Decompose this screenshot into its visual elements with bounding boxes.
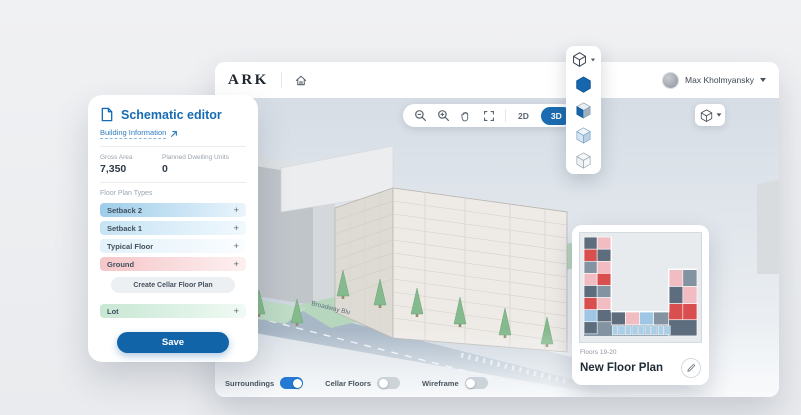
add-icon[interactable]: + <box>233 259 239 270</box>
display-toggles: Surroundings Cellar Floors Wireframe <box>225 377 488 389</box>
schematic-editor-panel: Schematic editor Building Information Gr… <box>88 95 258 362</box>
wireframe-label: Wireframe <box>422 378 459 388</box>
stat-value: 7,350 <box>100 163 127 175</box>
massing-light-fill-button[interactable] <box>573 124 594 145</box>
massing-outline-button[interactable] <box>573 149 594 170</box>
floorplan-card[interactable]: Floors 19-20 New Floor Plan <box>572 225 709 385</box>
floorplan-title: New Floor Plan <box>580 362 664 374</box>
create-cellar-floor-plan-button[interactable]: Create Cellar Floor Plan <box>111 277 235 293</box>
floor-type-row-setback-2[interactable]: Setback 2 + <box>100 203 246 217</box>
stat-label: Planned Dwelling Units <box>162 154 229 161</box>
mode-2d-button[interactable]: 2D <box>515 111 532 121</box>
massing-mode-dropdown[interactable] <box>571 51 596 68</box>
caret-down-icon <box>590 58 596 61</box>
zoom-in-icon <box>437 110 449 122</box>
cellar-floors-label: Cellar Floors <box>325 378 372 388</box>
stat-label: Gross Area <box>100 154 133 161</box>
floor-type-row-ground[interactable]: Ground + <box>100 257 246 271</box>
caret-down-icon <box>760 78 766 82</box>
toggle-wireframe: Wireframe <box>422 377 488 389</box>
user-menu[interactable]: Max Kholmyansky <box>662 71 766 89</box>
toggle-surroundings: Surroundings <box>225 377 304 389</box>
massing-front-fill-button[interactable] <box>573 99 594 120</box>
home-button[interactable] <box>294 73 308 87</box>
divider <box>100 182 246 183</box>
cube-front-filled-icon <box>576 102 591 119</box>
cube-outline-icon <box>576 152 591 169</box>
save-button[interactable]: Save <box>117 332 229 353</box>
row-label: Setback 1 <box>107 223 143 233</box>
wireframe-cube-icon <box>573 52 586 67</box>
pan-button[interactable] <box>459 109 473 123</box>
caret-down-icon <box>716 113 721 117</box>
3d-viewport[interactable]: Broadway Blv 2D 3D Surroundings Cellar F… <box>215 98 779 397</box>
cellar-floors-switch[interactable] <box>377 377 401 389</box>
cube-solid-icon <box>576 76 591 93</box>
fit-screen-icon <box>483 110 495 121</box>
edit-floorplan-button[interactable] <box>681 358 701 378</box>
floor-type-row-typical-floor[interactable]: Typical Floor + <box>100 239 246 253</box>
zoom-out-button[interactable] <box>413 109 427 123</box>
panel-title: Schematic editor <box>121 107 222 122</box>
document-icon <box>101 107 113 122</box>
view-toolbar: 2D 3D <box>403 104 575 127</box>
toggle-cellar-floors: Cellar Floors <box>325 377 401 389</box>
stat-gross-area: Gross Area 7,350 <box>100 154 152 175</box>
row-label: Ground <box>107 259 135 269</box>
floors-range-label: Floors 19-20 <box>580 349 617 356</box>
floorplan-card-footer: Floors 19-20 New Floor Plan <box>578 344 703 378</box>
home-icon <box>295 75 307 85</box>
floorplan-thumbnail <box>579 232 702 343</box>
user-avatar <box>662 71 680 89</box>
page: ARK Max Kholmyansky Broadway Blv 2D 3D S… <box>0 0 801 415</box>
massing-toolbar <box>566 46 601 174</box>
wireframe-switch[interactable] <box>464 377 488 389</box>
add-icon[interactable]: + <box>233 205 239 216</box>
massing-solid-button[interactable] <box>573 74 594 95</box>
stat-value: 0 <box>162 163 168 175</box>
divider <box>100 146 246 147</box>
app-window: ARK Max Kholmyansky Broadway Blv 2D 3D S… <box>215 62 779 397</box>
building-information-label: Building Information <box>100 128 167 139</box>
building-information-link[interactable]: Building Information <box>100 128 246 139</box>
ark-logo: ARK <box>228 71 269 88</box>
add-icon[interactable]: + <box>233 241 239 252</box>
row-label: Typical Floor <box>107 241 154 251</box>
cube-light-filled-icon <box>576 127 591 144</box>
view-cube-dropdown[interactable] <box>695 104 725 126</box>
stat-dwelling-units: Planned Dwelling Units 0 <box>162 154 229 175</box>
toolbar-divider <box>505 109 506 122</box>
header-divider <box>280 72 282 88</box>
floor-type-row-lot[interactable]: Lot + <box>100 304 246 318</box>
surroundings-label: Surroundings <box>225 378 275 388</box>
user-name: Max Kholmyansky <box>685 75 754 85</box>
add-icon[interactable]: + <box>233 306 239 317</box>
row-label: Lot <box>107 306 119 316</box>
add-icon[interactable]: + <box>233 223 239 234</box>
external-link-icon <box>171 130 178 137</box>
pan-hand-icon <box>461 111 469 121</box>
main-building[interactable] <box>334 187 569 353</box>
fit-screen-button[interactable] <box>482 109 496 123</box>
zoom-out-icon <box>414 110 426 122</box>
wireframe-cube-icon <box>700 108 712 122</box>
floor-plan-types-label: Floor Plan Types <box>100 190 153 197</box>
floor-type-row-setback-1[interactable]: Setback 1 + <box>100 221 246 235</box>
row-label: Setback 2 <box>107 205 143 215</box>
zoom-in-button[interactable] <box>436 109 450 123</box>
neighbor-building-right <box>757 180 779 274</box>
app-header: ARK Max Kholmyansky <box>215 62 779 98</box>
pencil-icon <box>687 364 695 372</box>
building-stats: Gross Area 7,350 Planned Dwelling Units … <box>100 154 246 175</box>
surroundings-switch[interactable] <box>280 377 304 389</box>
